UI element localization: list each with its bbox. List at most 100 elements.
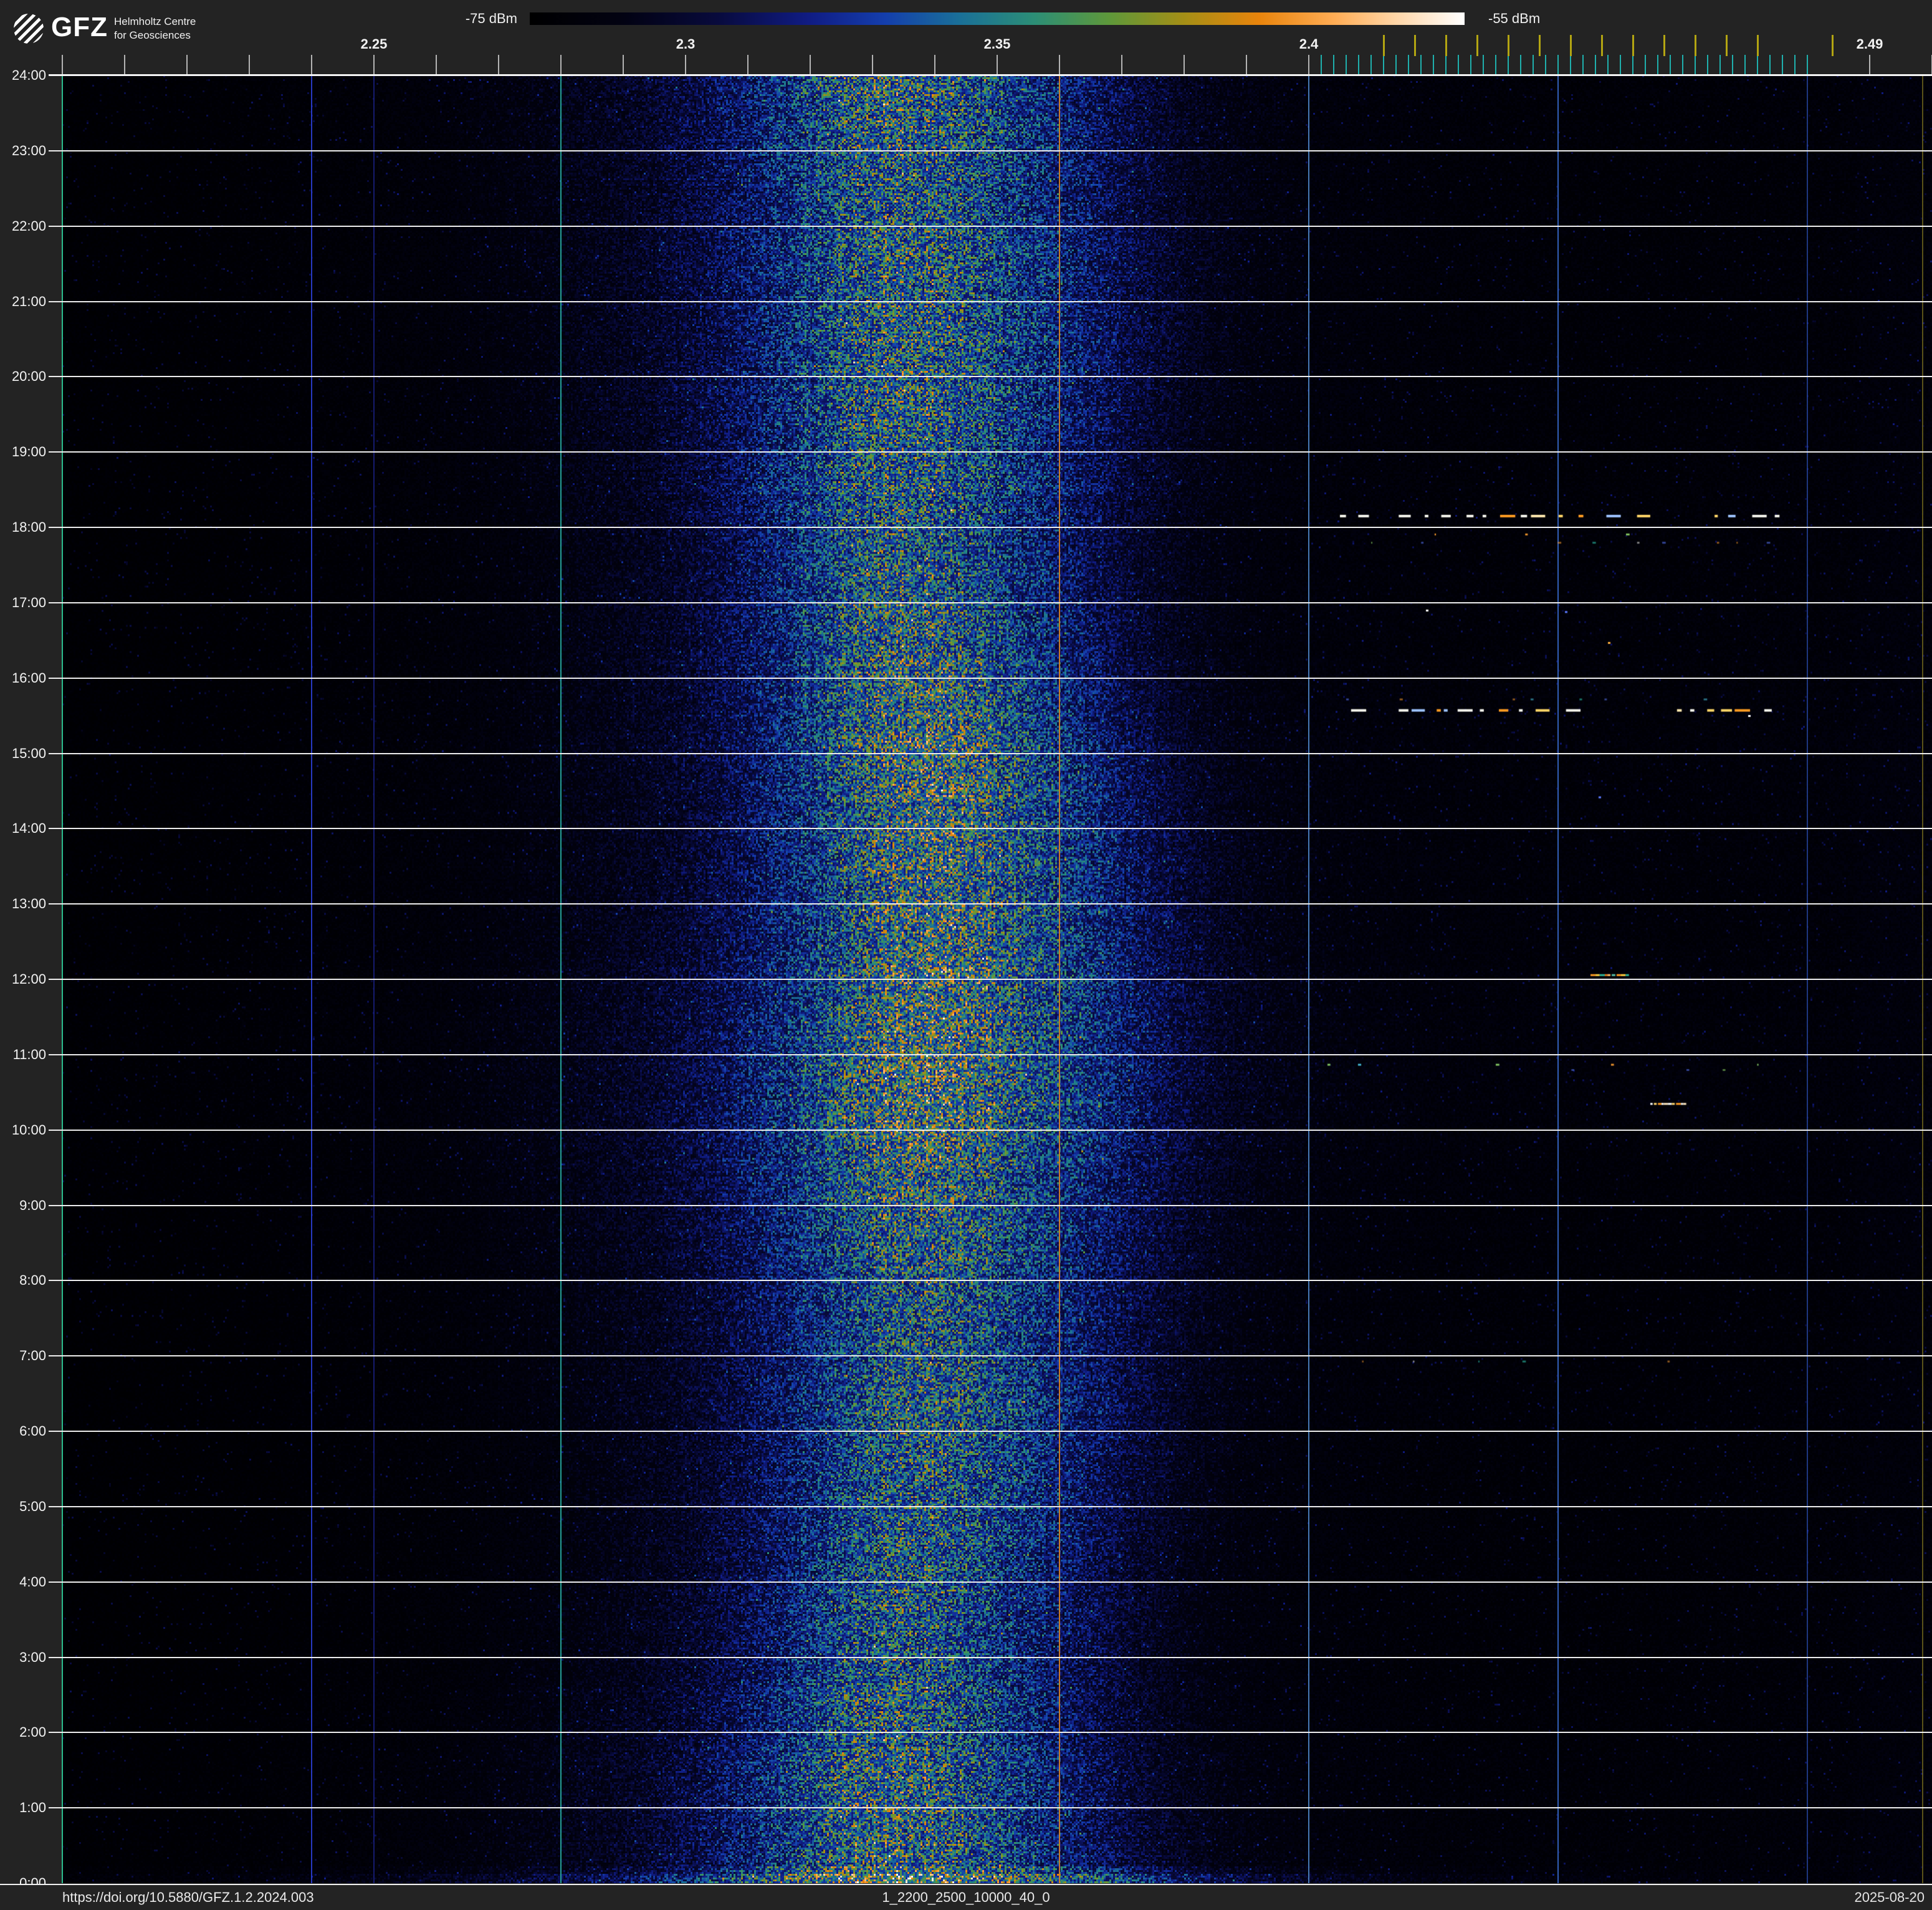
- bluetooth-channel-tick: [1533, 55, 1534, 74]
- wifi-channel-tick: [1757, 35, 1759, 56]
- bluetooth-channel-tick: [1769, 55, 1771, 74]
- gfz-globe-icon: [14, 14, 44, 44]
- time-label: 8:00: [19, 1272, 46, 1289]
- time-label: 5:00: [19, 1498, 46, 1514]
- bluetooth-channel-tick: [1595, 55, 1596, 74]
- wifi-channel-tick: [1663, 35, 1665, 56]
- bluetooth-channel-tick: [1670, 55, 1671, 74]
- freq-minor-tick: [1184, 55, 1185, 74]
- time-label: 4:00: [19, 1573, 46, 1590]
- bluetooth-channel-tick: [1632, 55, 1633, 74]
- bluetooth-channel-tick: [1508, 55, 1509, 74]
- time-label: 1:00: [19, 1800, 46, 1816]
- bluetooth-channel-tick: [1782, 55, 1783, 74]
- freq-minor-tick: [1433, 55, 1434, 74]
- bluetooth-channel-tick: [1719, 55, 1721, 74]
- time-label: 19:00: [11, 444, 46, 460]
- wifi-channel-tick: [1726, 35, 1728, 56]
- bluetooth-channel-tick: [1744, 55, 1746, 74]
- bluetooth-channel-tick: [1657, 55, 1658, 74]
- freq-minor-tick: [1495, 55, 1496, 74]
- bluetooth-channel-tick: [1483, 55, 1484, 74]
- colorbar: [530, 12, 1465, 25]
- freq-minor-tick: [311, 55, 312, 74]
- bluetooth-channel-tick: [1370, 55, 1372, 74]
- freq-minor-tick: [1121, 55, 1122, 74]
- freq-minor-tick: [1246, 55, 1247, 74]
- bluetooth-channel-tick: [1757, 55, 1758, 74]
- freq-label: 2.4: [1299, 36, 1319, 52]
- bluetooth-channel-tick: [1582, 55, 1584, 74]
- bluetooth-channel-tick: [1408, 55, 1409, 74]
- freq-label: 2.25: [360, 36, 388, 52]
- time-label: 6:00: [19, 1423, 46, 1439]
- freq-minor-tick: [934, 55, 935, 74]
- time-label: 16:00: [11, 669, 46, 686]
- wifi-channel-tick: [1383, 35, 1385, 56]
- bluetooth-channel-tick: [1420, 55, 1422, 74]
- bluetooth-channel-tick: [1645, 55, 1646, 74]
- freq-minor-tick: [1869, 55, 1870, 74]
- freq-minor-tick: [623, 55, 624, 74]
- colorbar-max-label: -55 dBm: [1488, 11, 1541, 26]
- bluetooth-channel-tick: [1495, 55, 1496, 74]
- freq-minor-tick: [1620, 55, 1621, 74]
- bluetooth-channel-tick: [1458, 55, 1459, 74]
- bluetooth-channel-tick: [1620, 55, 1621, 74]
- wifi-channel-tick: [1414, 35, 1416, 56]
- freq-minor-tick: [124, 55, 125, 74]
- wifi-channel-tick: [1632, 35, 1634, 56]
- freq-minor-tick: [685, 55, 686, 74]
- freq-minor-tick: [62, 55, 63, 74]
- bluetooth-channel-tick: [1346, 55, 1347, 74]
- wifi-channel-tick: [1476, 35, 1478, 56]
- wifi-channel-tick: [1445, 35, 1447, 56]
- freq-label: 2.3: [676, 36, 696, 52]
- bluetooth-channel-tick: [1732, 55, 1733, 74]
- time-label: 24:00: [11, 67, 46, 83]
- freq-minor-tick: [249, 55, 250, 74]
- wifi-channel-tick: [1539, 35, 1541, 56]
- bluetooth-channel-tick: [1570, 55, 1571, 74]
- bluetooth-channel-tick: [1470, 55, 1471, 74]
- time-label: 10:00: [11, 1121, 46, 1138]
- time-label: 2:00: [19, 1724, 46, 1740]
- time-label: 23:00: [11, 142, 46, 158]
- spectrogram-plot: [62, 75, 1932, 1883]
- gfz-org-line2: for Geosciences: [113, 29, 191, 41]
- time-label: 22:00: [11, 218, 46, 234]
- time-label: 7:00: [19, 1348, 46, 1364]
- bluetooth-channel-tick: [1807, 55, 1808, 74]
- time-label: 13:00: [11, 896, 46, 912]
- wifi-channel-tick: [1508, 35, 1509, 56]
- time-label: 20:00: [11, 368, 46, 385]
- time-label: 21:00: [11, 293, 46, 309]
- bluetooth-channel-tick: [1445, 55, 1447, 74]
- freq-minor-tick: [872, 55, 873, 74]
- freq-minor-tick: [1807, 55, 1808, 74]
- freq-minor-tick: [810, 55, 811, 74]
- freq-minor-tick: [436, 55, 437, 74]
- time-label: 11:00: [12, 1046, 46, 1062]
- freq-minor-tick: [560, 55, 562, 74]
- bluetooth-channel-tick: [1557, 55, 1559, 74]
- bluetooth-channel-tick: [1383, 55, 1384, 74]
- freq-label: 2.35: [983, 36, 1011, 52]
- bluetooth-channel-tick: [1358, 55, 1359, 74]
- colorbar-min-label: -75 dBm: [465, 11, 517, 26]
- freq-minor-tick: [186, 55, 188, 74]
- wifi-channel-tick: [1601, 35, 1603, 56]
- time-label: 15:00: [11, 745, 46, 761]
- bluetooth-channel-tick: [1333, 55, 1334, 74]
- freq-minor-tick: [1059, 55, 1060, 74]
- freq-minor-tick: [997, 55, 998, 74]
- time-label: 12:00: [11, 971, 46, 987]
- bluetooth-channel-tick: [1707, 55, 1708, 74]
- gfz-org-line1: Helmholtz Centre: [113, 16, 196, 27]
- spectrogram-viewer: GFZ Helmholtz Centre for Geosciences -75…: [0, 0, 1932, 1910]
- bluetooth-channel-tick: [1607, 55, 1609, 74]
- freq-minor-tick: [747, 55, 748, 74]
- time-label: 3:00: [19, 1649, 46, 1665]
- time-label: 17:00: [11, 594, 46, 610]
- wifi-channel-tick: [1832, 35, 1834, 56]
